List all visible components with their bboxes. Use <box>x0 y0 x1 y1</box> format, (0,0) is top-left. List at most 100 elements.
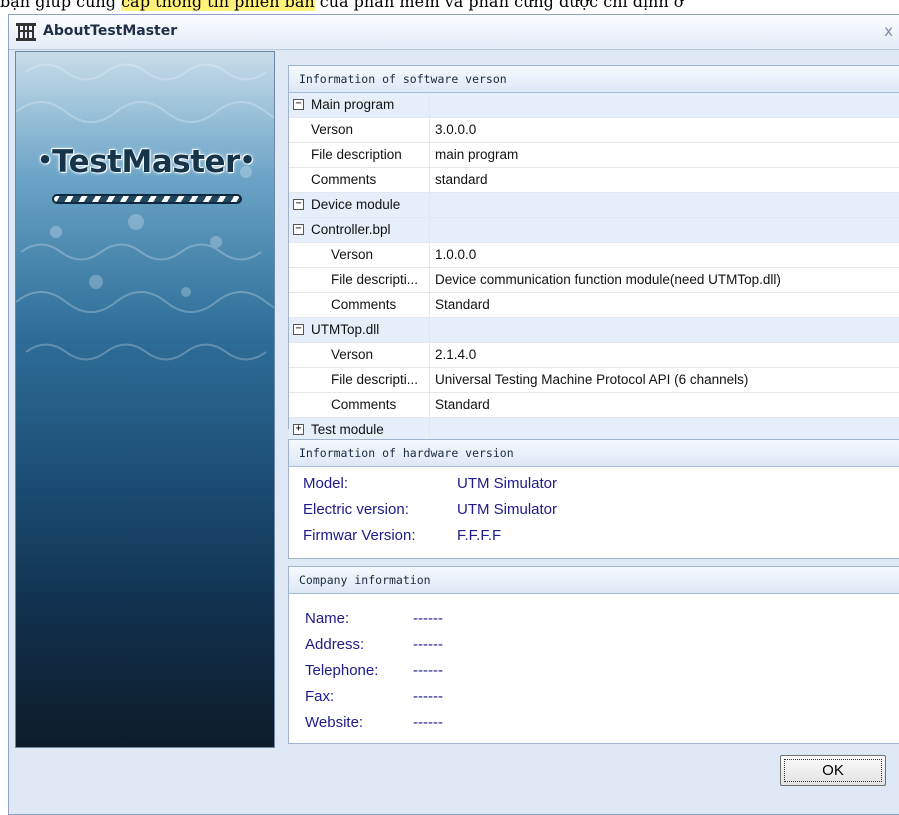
tree-row-name: Comments <box>311 172 377 187</box>
hardware-info-value: UTM Simulator <box>457 475 558 492</box>
company-info-value: ------ <box>413 714 443 731</box>
brand-name: TestMaster <box>52 144 240 180</box>
column-divider <box>429 168 430 192</box>
column-divider <box>429 218 430 242</box>
tree-row-value: Standard <box>435 297 490 312</box>
tree-row-name: Verson <box>331 347 374 362</box>
tree-row-name: File descripti... <box>331 272 419 287</box>
company-info-row: Fax: ------ <box>289 684 899 710</box>
tree-row-value: 3.0.0.0 <box>435 122 477 137</box>
collapse-icon[interactable]: − <box>293 324 304 335</box>
tree-row-name: Verson <box>331 247 374 262</box>
collapse-icon[interactable]: − <box>293 199 304 210</box>
tree-row-name: File description <box>311 147 402 162</box>
tree-row-name: Comments <box>331 297 397 312</box>
collapse-icon[interactable]: − <box>293 224 304 235</box>
column-divider <box>429 393 430 417</box>
company-info-panel: Company information Name: ------ Address: -… <box>288 566 899 744</box>
hardware-info-label: Electric version: <box>303 501 409 518</box>
hardware-version-panel: Information of hardware version Model: UT… <box>288 439 899 559</box>
company-info-value: ------ <box>413 610 443 627</box>
focus-rect <box>784 759 882 782</box>
tree-row-value: 2.1.4.0 <box>435 347 477 362</box>
app-icon <box>16 23 36 41</box>
tree-property-row: File descripti... Universal Testing Machi… <box>289 368 899 393</box>
company-panel-header: Company information <box>289 567 899 594</box>
company-info-row: Name: ------ <box>289 606 899 632</box>
company-info-row: Website: ------ <box>289 710 899 736</box>
company-info-list: Name: ------ Address: ------ Telephone: -----… <box>289 594 899 736</box>
progress-stripe-decoration <box>52 194 242 204</box>
hardware-info-row: Firmwar Version: F.F.F.F <box>289 523 899 549</box>
expand-icon[interactable]: + <box>293 424 304 435</box>
tree-group-row[interactable]: − Device module <box>289 193 899 218</box>
product-banner: •TestMaster• <box>15 51 275 748</box>
column-divider <box>429 268 430 292</box>
company-info-label: Website: <box>305 714 364 731</box>
company-info-value: ------ <box>413 688 443 705</box>
tree-row-name: Verson <box>311 122 354 137</box>
column-divider <box>429 318 430 342</box>
column-divider <box>429 93 430 117</box>
tree-row-value: standard <box>435 172 488 187</box>
company-info-row: Address: ------ <box>289 632 899 658</box>
banner-pattern <box>16 63 274 361</box>
company-info-row: Telephone: ------ <box>289 658 899 684</box>
tree-property-row: Verson 1.0.0.0 <box>289 243 899 268</box>
column-divider <box>429 243 430 267</box>
tree-row-name: Device module <box>311 197 401 212</box>
hardware-info-value: F.F.F.F <box>457 527 502 544</box>
tree-row-value: Device communication function module(nee… <box>435 272 781 287</box>
column-divider <box>429 143 430 167</box>
column-divider <box>429 293 430 317</box>
column-divider <box>429 193 430 217</box>
tree-property-row: Comments standard <box>289 168 899 193</box>
caption-text-before: bạn giúp cung <box>0 0 122 11</box>
tree-row-value: main program <box>435 147 519 162</box>
caption-text-after: của phần mềm và phần cứng được chỉ định … <box>314 0 684 11</box>
tree-row-value: 1.0.0.0 <box>435 247 477 262</box>
tree-row-value: Universal Testing Machine Protocol API (… <box>435 372 749 387</box>
caption-highlighted-text: cấp thông tin phiên bản <box>121 0 315 11</box>
tree-property-row: File description main program <box>289 143 899 168</box>
hardware-info-value: UTM Simulator <box>457 501 558 518</box>
tree-property-row: Comments Standard <box>289 293 899 318</box>
window-title: AboutTestMaster <box>43 23 178 39</box>
hardware-info-row: Electric version: UTM Simulator <box>289 497 899 523</box>
software-version-panel: Information of software verson − Main pro… <box>288 65 899 443</box>
brand-logo: •TestMaster• <box>37 144 255 180</box>
company-info-value: ------ <box>413 636 443 653</box>
column-divider <box>429 368 430 392</box>
column-divider <box>429 343 430 367</box>
title-bar[interactable]: AboutTestMaster x <box>9 15 899 50</box>
tree-row-name: Controller.bpl <box>311 222 391 237</box>
collapse-icon[interactable]: − <box>293 99 304 110</box>
software-panel-header: Information of software verson <box>289 66 899 93</box>
tree-property-row: Comments Standard <box>289 393 899 418</box>
hardware-info-row: Model: UTM Simulator <box>289 471 899 497</box>
about-dialog: AboutTestMaster x •TestMaster• Informati… <box>8 14 899 815</box>
tree-row-name: UTMTop.dll <box>311 322 380 337</box>
company-info-value: ------ <box>413 662 443 679</box>
tree-group-row[interactable]: − Main program <box>289 93 899 118</box>
hardware-info-label: Firmwar Version: <box>303 527 416 544</box>
tree-row-name: Main program <box>311 97 395 112</box>
hardware-info-list: Model: UTM Simulator Electric version: UTM … <box>289 467 899 549</box>
company-info-label: Fax: <box>305 688 335 705</box>
company-info-label: Address: <box>305 636 365 653</box>
tree-group-row[interactable]: − Controller.bpl <box>289 218 899 243</box>
software-tree: − Main program Verson 3.0.0.0 File descripti… <box>289 93 899 443</box>
tree-property-row: File descripti... Device communication fu… <box>289 268 899 293</box>
company-info-label: Name: <box>305 610 350 627</box>
tree-row-name: Comments <box>331 397 397 412</box>
column-divider <box>429 118 430 142</box>
company-info-label: Telephone: <box>305 662 379 679</box>
ok-button[interactable]: OK <box>780 755 886 786</box>
tree-property-row: Verson 2.1.4.0 <box>289 343 899 368</box>
hardware-info-label: Model: <box>303 475 349 492</box>
hardware-panel-header: Information of hardware version <box>289 440 899 467</box>
tree-group-row[interactable]: − UTMTop.dll <box>289 318 899 343</box>
close-icon[interactable]: x <box>884 22 893 40</box>
tree-row-name: File descripti... <box>331 372 419 387</box>
tree-property-row: Verson 3.0.0.0 <box>289 118 899 143</box>
